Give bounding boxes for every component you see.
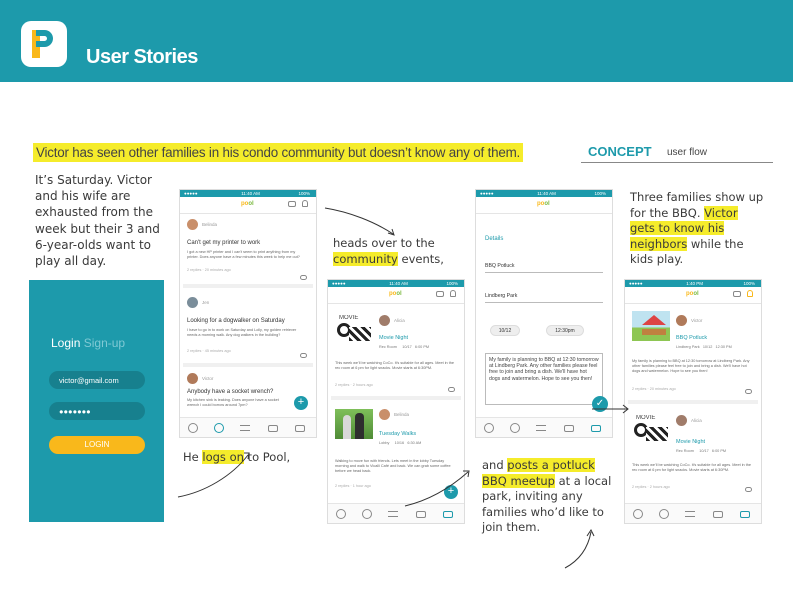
flow-arrow-head <box>387 228 395 236</box>
flow-arrow-head <box>244 452 250 460</box>
flow-arrow <box>177 454 249 498</box>
flow-arrow <box>324 207 394 235</box>
flow-arrow <box>564 531 592 569</box>
flow-arrows <box>177 207 629 569</box>
flow-arrow <box>404 471 469 507</box>
